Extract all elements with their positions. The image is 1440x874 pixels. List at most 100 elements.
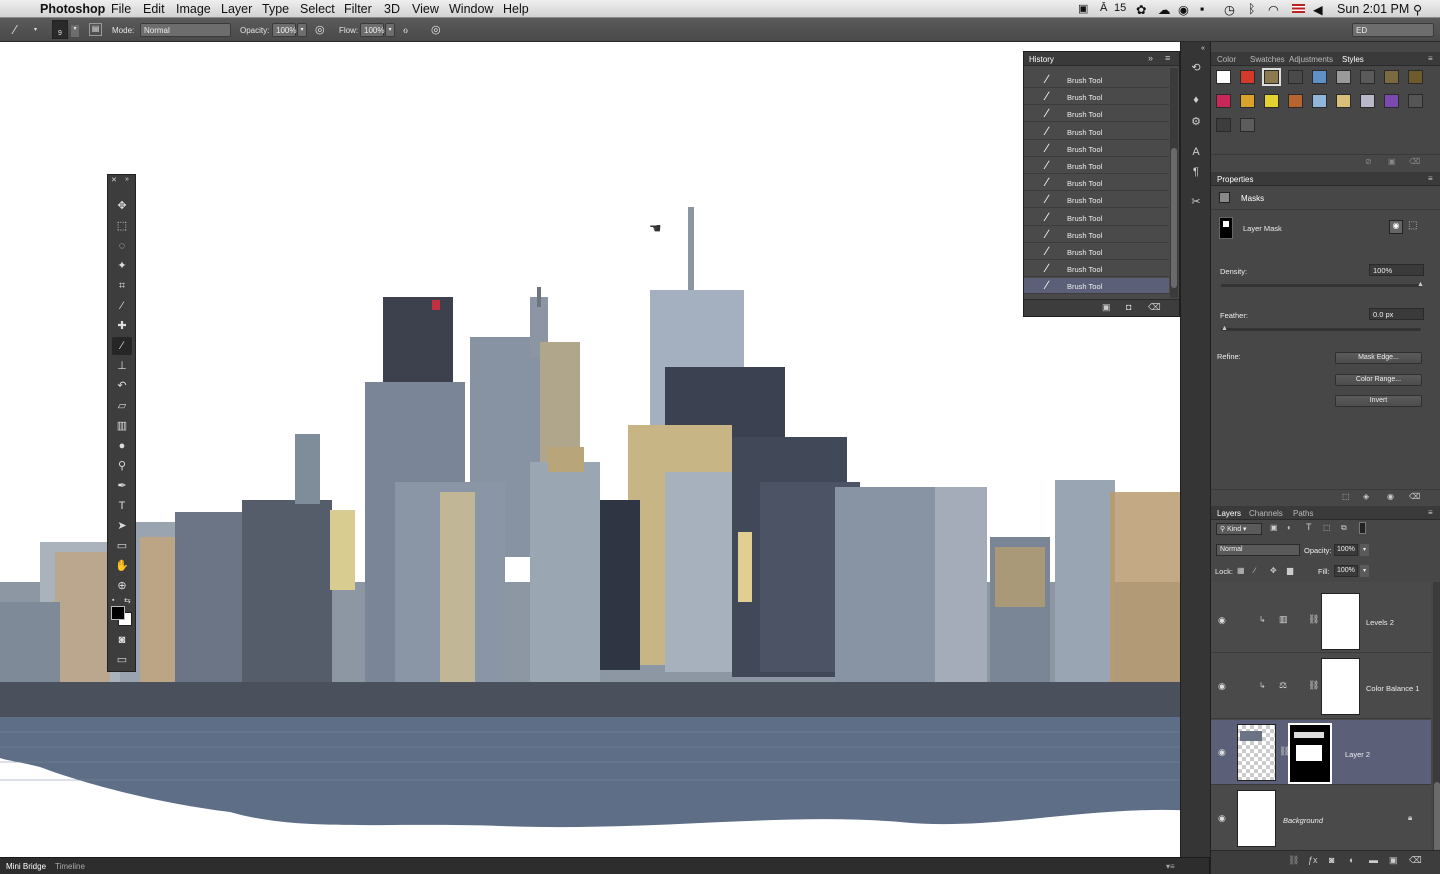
filter-shape-icon[interactable]: ⬚: [1323, 523, 1331, 532]
layer-mask-thumbnail[interactable]: [1321, 658, 1360, 715]
visibility-eye-icon[interactable]: ◉: [1218, 681, 1226, 692]
properties-menu-icon[interactable]: ≡: [1428, 174, 1433, 183]
tab-mini-bridge[interactable]: Mini Bridge: [6, 862, 46, 871]
new-document-from-state-icon[interactable]: ▣: [1102, 302, 1111, 313]
opacity-field[interactable]: 100%: [272, 23, 296, 37]
layer-mask-thumbnail[interactable]: [1219, 217, 1233, 239]
dodge-tool-icon[interactable]: ⚲: [112, 457, 132, 475]
style-swatch[interactable]: [1216, 94, 1231, 108]
bottom-panel-menu-icon[interactable]: ▾≡: [1166, 862, 1175, 871]
history-item[interactable]: ∕ Brush Tool: [1024, 210, 1169, 226]
style-swatch[interactable]: [1216, 118, 1231, 132]
history-item[interactable]: ∕ Brush Tool: [1024, 141, 1169, 157]
density-slider-knob[interactable]: ▲: [1417, 281, 1424, 288]
rectangle-tool-icon[interactable]: ▭: [112, 537, 132, 555]
style-swatch[interactable]: [1262, 68, 1281, 86]
filter-type-icon[interactable]: T: [1306, 522, 1312, 532]
filter-kind-select[interactable]: ⚲ Kind ▾: [1216, 523, 1262, 535]
link-layers-icon[interactable]: ⛓: [1288, 855, 1299, 866]
flag-icon[interactable]: [1292, 4, 1305, 13]
pixel-mask-button[interactable]: ◉: [1389, 220, 1403, 234]
new-adjustment-layer-icon[interactable]: ◐: [1349, 855, 1354, 865]
new-group-icon[interactable]: ▬: [1369, 855, 1378, 865]
magic-wand-tool-icon[interactable]: ✦: [112, 257, 132, 275]
menu-file[interactable]: File: [111, 2, 131, 16]
load-selection-icon[interactable]: ⬚: [1342, 492, 1350, 501]
brush-size-picker[interactable]: 9: [52, 20, 68, 39]
trash-icon[interactable]: ⌫: [1148, 302, 1161, 313]
flow-field[interactable]: 100%: [360, 23, 384, 37]
properties-title[interactable]: Properties: [1217, 175, 1253, 184]
layer-name[interactable]: Background: [1283, 816, 1323, 825]
bluetooth-icon[interactable]: ᛒ: [1248, 2, 1256, 16]
volume-icon[interactable]: ◀︎: [1313, 2, 1323, 17]
menu-3d[interactable]: 3D: [384, 2, 400, 16]
layer-style-fx-icon[interactable]: ƒx: [1308, 855, 1318, 865]
layer-mask-thumbnail[interactable]: [1321, 593, 1360, 650]
eraser-tool-icon[interactable]: ▱: [112, 397, 132, 415]
tools-crossed-icon[interactable]: ✂: [1188, 194, 1204, 210]
camera-icon[interactable]: ▣: [1078, 2, 1088, 15]
flow-dropdown[interactable]: ▾: [385, 23, 395, 37]
brush-picker-dropdown-icon[interactable]: ▾: [71, 25, 79, 37]
workspace-select[interactable]: ED: [1352, 23, 1434, 37]
history-item[interactable]: ∕ Brush Tool: [1024, 89, 1169, 106]
history-item[interactable]: ∕ Brush Tool: [1024, 72, 1169, 88]
link-icon[interactable]: ⛓: [1308, 614, 1319, 625]
blur-tool-icon[interactable]: ●: [112, 437, 132, 455]
brush-panel-toggle-icon[interactable]: ▤: [89, 23, 102, 36]
adobe-icon[interactable]: Ā: [1100, 2, 1107, 14]
lasso-tool-icon[interactable]: ◌: [112, 237, 132, 255]
layer-row[interactable]: ◉ ↳ ⚖ ⛓ Color Balance 1: [1211, 654, 1431, 719]
density-slider[interactable]: [1221, 284, 1421, 287]
toolbox-close-icon[interactable]: ✕: [111, 176, 117, 184]
sync-icon[interactable]: ✿: [1136, 2, 1146, 17]
lock-pixels-icon[interactable]: ∕: [1254, 566, 1255, 575]
pressure-opacity-icon[interactable]: ◎: [315, 23, 325, 36]
menu-layer[interactable]: Layer: [221, 2, 252, 16]
color-balance-adjustment-icon[interactable]: ⚖: [1279, 680, 1287, 691]
swap-colors-icon[interactable]: ⇆: [124, 596, 131, 605]
toolbox-collapse-icon[interactable]: »: [125, 176, 129, 183]
tab-swatches[interactable]: Swatches: [1250, 55, 1285, 64]
spotlight-icon[interactable]: ⚲: [1413, 2, 1422, 17]
mode-select[interactable]: Normal: [140, 23, 231, 37]
mask-edge-button[interactable]: Mask Edge...: [1335, 352, 1422, 364]
vector-mask-icon[interactable]: ⬚: [1408, 220, 1417, 231]
brush-presets-icon[interactable]: ♦: [1188, 92, 1204, 108]
tool-presets-icon[interactable]: ⚙: [1188, 114, 1204, 130]
layer-name[interactable]: Levels 2: [1366, 618, 1394, 627]
delete-layer-icon[interactable]: ⌫: [1409, 855, 1422, 866]
style-swatch[interactable]: [1384, 94, 1399, 108]
history-scrollbar[interactable]: [1170, 68, 1178, 298]
visibility-eye-icon[interactable]: ◉: [1218, 813, 1226, 824]
menu-select[interactable]: Select: [300, 2, 335, 16]
gradient-tool-icon[interactable]: ▥: [112, 417, 132, 435]
history-item[interactable]: ∕ Brush Tool: [1024, 158, 1169, 174]
link-icon[interactable]: ⛓: [1308, 680, 1319, 691]
history-item[interactable]: ∕ Brush Tool: [1024, 124, 1169, 140]
lock-all-icon[interactable]: ▆: [1287, 566, 1293, 575]
app-menu[interactable]: Photoshop: [40, 2, 105, 16]
layer-thumbnail[interactable]: [1237, 724, 1276, 781]
clear-style-icon[interactable]: ⊘: [1365, 157, 1372, 166]
screen-mode-icon[interactable]: ▭: [112, 651, 132, 669]
fill-field[interactable]: 100%: [1334, 565, 1358, 577]
styles-menu-icon[interactable]: ≡: [1428, 54, 1433, 63]
menu-help[interactable]: Help: [503, 2, 529, 16]
style-swatch[interactable]: [1360, 94, 1375, 108]
apply-mask-icon[interactable]: ◈: [1363, 492, 1369, 501]
density-field[interactable]: 100%: [1369, 264, 1424, 276]
menu-filter[interactable]: Filter: [344, 2, 372, 16]
style-swatch[interactable]: [1288, 94, 1303, 108]
snapshot-camera-icon[interactable]: ◘: [1126, 302, 1131, 312]
invert-button[interactable]: Invert: [1335, 395, 1422, 407]
visibility-eye-icon[interactable]: ◉: [1218, 615, 1226, 626]
layer-name[interactable]: Layer 2: [1345, 750, 1370, 759]
quick-mask-icon[interactable]: ◙: [112, 631, 132, 649]
wifi-icon[interactable]: ◠: [1268, 2, 1279, 17]
expand-panels-icon[interactable]: «: [1201, 45, 1205, 52]
layer-mask-thumbnail[interactable]: [1288, 723, 1332, 784]
layers-opacity-field[interactable]: 100%: [1334, 544, 1358, 556]
lock-position-icon[interactable]: ✥: [1270, 566, 1277, 575]
